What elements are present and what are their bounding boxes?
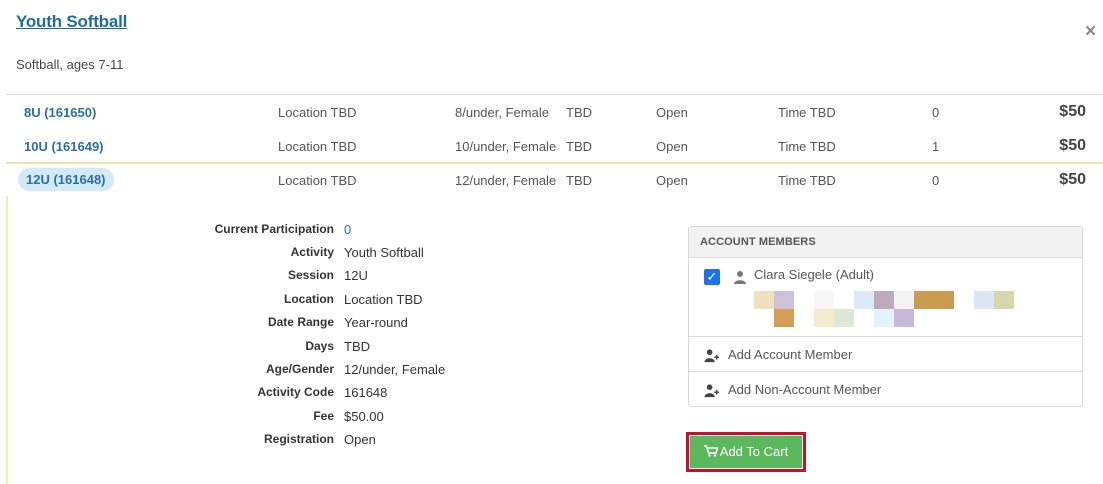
session-code-link[interactable]: 12U (161648)	[18, 168, 114, 191]
detail-label: Date Range	[267, 315, 334, 329]
session-status: Open	[656, 173, 688, 188]
add-non-account-member-label: Add Non-Account Member	[728, 382, 882, 397]
member-row[interactable]: ✓ Clara Siegele (Adult)	[689, 258, 1082, 337]
add-account-member-link[interactable]: Add Account Member	[689, 337, 1082, 372]
detail-value: Youth Softball	[344, 245, 424, 260]
session-code-link[interactable]: 10U (161649)	[24, 139, 104, 154]
session-row-selected[interactable]: 12U (161648) Location TBD 12/under, Fema…	[6, 162, 1103, 196]
cart-icon	[703, 445, 718, 457]
detail-value: TBD	[344, 339, 370, 354]
session-time: Time TBD	[778, 105, 836, 120]
session-age-gender: 8/under, Female	[455, 105, 549, 120]
add-to-cart-button[interactable]: Add To Cart	[690, 436, 802, 468]
session-location: Location TBD	[278, 139, 357, 154]
person-icon	[734, 271, 746, 284]
add-person-icon	[704, 384, 719, 398]
activity-subtitle: Softball, ages 7-11	[16, 57, 124, 72]
session-price: $50	[1059, 137, 1086, 154]
detail-value: Year-round	[344, 315, 408, 330]
session-age-gender: 12/under, Female	[455, 173, 557, 188]
panel-header: ACCOUNT MEMBERS	[689, 227, 1082, 258]
session-count: 0	[932, 173, 940, 188]
expanded-rail	[6, 196, 8, 484]
session-status: Open	[656, 105, 688, 120]
session-row[interactable]: 10U (161649) Location TBD 10/under, Fema…	[6, 130, 1103, 164]
session-code-link[interactable]: 8U (161650)	[24, 105, 96, 120]
add-non-account-member-link[interactable]: Add Non-Account Member	[689, 372, 1082, 407]
detail-label: Current Participation	[214, 222, 334, 236]
detail-value: 0	[344, 222, 352, 237]
session-location: Location TBD	[278, 105, 357, 120]
session-time: Time TBD	[778, 173, 836, 188]
detail-label: Days	[305, 339, 334, 353]
session-count: 1	[932, 139, 940, 154]
close-icon[interactable]: ×	[1085, 22, 1096, 41]
detail-label: Activity Code	[257, 385, 334, 399]
detail-label: Registration	[263, 432, 334, 446]
detail-label: Session	[287, 268, 334, 282]
add-person-icon	[704, 349, 719, 363]
session-age-gender: 10/under, Female	[455, 139, 557, 154]
detail-label: Age/Gender	[265, 362, 334, 376]
session-days: TBD	[566, 173, 592, 188]
session-time: Time TBD	[778, 139, 836, 154]
detail-label: Location	[284, 292, 334, 306]
session-price: $50	[1059, 171, 1086, 188]
session-days: TBD	[566, 139, 592, 154]
detail-value: 161648	[344, 385, 388, 400]
member-name: Clara Siegele (Adult)	[754, 267, 874, 282]
session-status: Open	[656, 139, 688, 154]
member-checkbox[interactable]: ✓	[704, 269, 720, 285]
session-price: $50	[1059, 103, 1086, 120]
session-days: TBD	[566, 105, 592, 120]
detail-value: Location TBD	[344, 292, 423, 307]
detail-value: 12U	[344, 268, 368, 283]
detail-value: Open	[344, 432, 376, 447]
activity-title[interactable]: Youth Softball	[16, 12, 127, 32]
divider	[6, 94, 1103, 95]
session-count: 0	[932, 105, 940, 120]
session-location: Location TBD	[278, 173, 357, 188]
add-account-member-label: Add Account Member	[728, 347, 853, 362]
account-members-panel: ACCOUNT MEMBERS ✓ Clara Siegele (Adult)	[688, 226, 1083, 407]
add-to-cart-label: Add To Cart	[719, 444, 789, 459]
detail-label: Activity	[290, 245, 334, 259]
session-row[interactable]: 8U (161650) Location TBD 8/under, Female…	[6, 96, 1103, 130]
detail-label: Fee	[313, 409, 334, 423]
detail-value: $50.00	[344, 409, 384, 424]
detail-value: 12/under, Female	[344, 362, 446, 377]
